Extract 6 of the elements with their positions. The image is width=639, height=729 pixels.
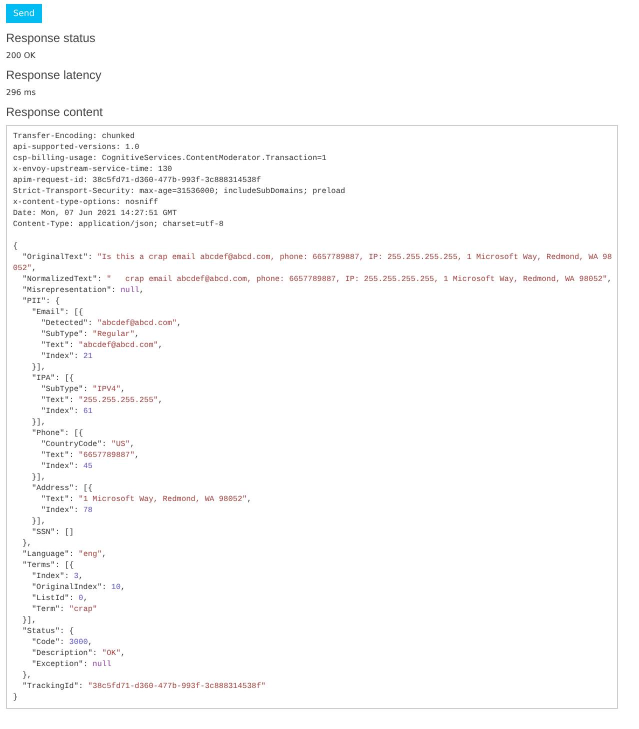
section-label: Response status [6,31,96,45]
send-button[interactable]: Send [6,4,42,23]
section-label: Response content [6,105,103,119]
section-label: Response latency [6,68,102,82]
section-value: 296 ms [6,88,36,97]
section-value: 200 OK [6,51,36,60]
